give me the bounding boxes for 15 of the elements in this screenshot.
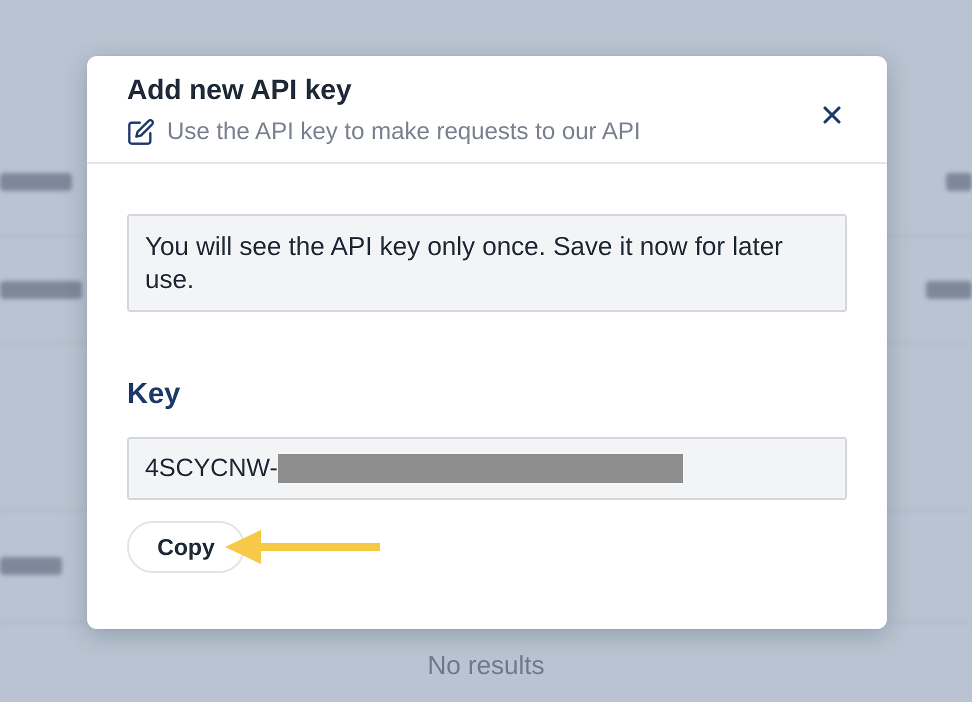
blurred-text: [926, 280, 972, 298]
close-icon: [823, 106, 841, 124]
dialog-title: Add new API key: [127, 74, 353, 106]
edit-icon: [127, 118, 155, 146]
blurred-text: [946, 172, 972, 190]
key-field[interactable]: 4SCYCNW-: [127, 437, 847, 500]
empty-message: No results: [427, 650, 545, 680]
arrow-icon: [225, 527, 383, 567]
notice-message: You will see the API key only once. Save it now for later use.: [127, 214, 847, 312]
dialog-subtitle: Use the API key to make requests to our API: [167, 118, 641, 146]
key-label: Key: [127, 378, 182, 411]
blurred-text: [0, 557, 62, 575]
copy-button[interactable]: Copy: [127, 521, 245, 573]
blurred-text: [0, 172, 72, 190]
key-value: 4SCYCNW-: [145, 454, 278, 483]
